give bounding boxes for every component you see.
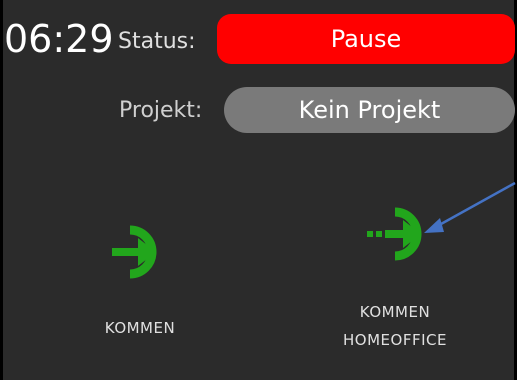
status-badge: Pause [217, 14, 515, 64]
login-arrow-icon [112, 225, 157, 279]
kommen-label: KOMMEN [104, 319, 176, 337]
login-dashed-arrow-icon [367, 207, 422, 261]
project-label: Projekt: [119, 98, 203, 123]
status-label: Status: [118, 29, 196, 54]
kommen-homeoffice-label: KOMMEN HOMEOFFICE [343, 303, 447, 349]
project-select[interactable]: Kein Projekt [224, 87, 515, 133]
left-edge [0, 0, 3, 380]
kommen-homeoffice-button[interactable]: KOMMEN HOMEOFFICE [320, 194, 470, 354]
clock-time: 06:29 [4, 17, 114, 61]
kommen-button[interactable]: KOMMEN [85, 212, 195, 342]
